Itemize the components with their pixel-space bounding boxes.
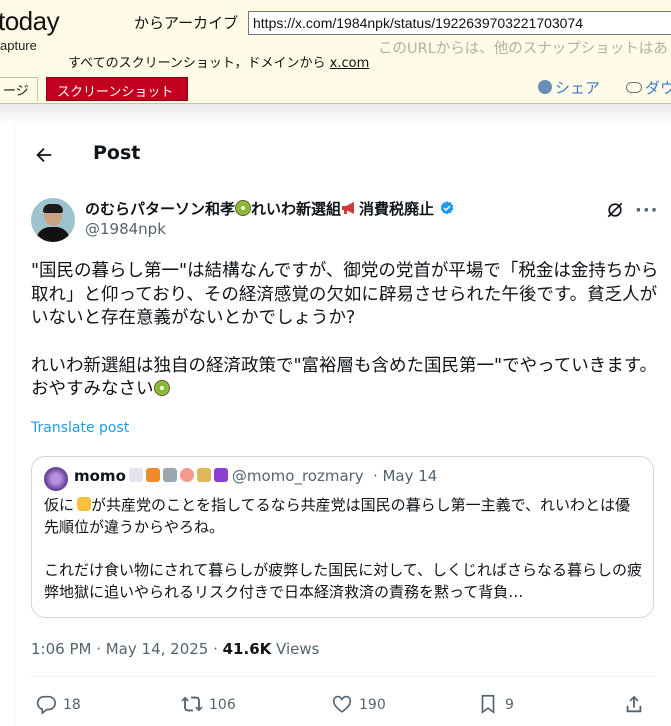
- grok-icon[interactable]: [605, 200, 625, 220]
- megaphone-emoji-icon: [342, 202, 355, 214]
- author-name-part3: 消費税廃止: [359, 200, 435, 218]
- reply-button[interactable]: 18: [35, 693, 81, 715]
- archive-hint: このURLからは、他のスナップショットはあ: [378, 41, 668, 57]
- repost-button[interactable]: 106: [181, 693, 236, 715]
- tab-screenshot[interactable]: スクリーンショット: [46, 77, 188, 101]
- quote-text: 仮に が共産党のことを指してるなら共産党は国民の暮らし第一主義で、れいわとは優先順…: [44, 495, 644, 604]
- page-title: Post: [93, 142, 141, 164]
- quote-handle: @momo_rozmary: [231, 467, 364, 485]
- archive-toolbar: today apture からアーカイブ このURLからは、他のスナップショット…: [0, 0, 671, 104]
- share-icon: [626, 695, 642, 713]
- all-screenshots-text: すべてのスクリーンショット，ドメインから x.com: [68, 52, 369, 71]
- archive-from-label: からアーカイブ: [134, 14, 239, 32]
- tweet-text: "国民の暮らし第一"は結構なんですが、御党の党首が平場で「税金は金持ちから取れ」…: [31, 260, 667, 402]
- post-column: Post のむらパターソン和孝 れいわ新選組 消費税廃止 @1984npk ··· …: [14, 124, 671, 726]
- like-button[interactable]: 190: [331, 693, 386, 715]
- heart-icon: [332, 695, 352, 713]
- views-count: 41.6K: [222, 640, 272, 658]
- quote-date: · May 14: [372, 467, 438, 485]
- share-label: シェア: [555, 79, 601, 97]
- author-handle[interactable]: @1984npk: [85, 220, 166, 238]
- pointing-down-emoji-icon: [77, 497, 92, 511]
- archive-logo[interactable]: today: [0, 6, 60, 37]
- quote-name: momo: [74, 467, 126, 485]
- share-button[interactable]: シェア: [538, 77, 600, 98]
- quote-text-part1: 仮に: [44, 496, 75, 514]
- quoted-post[interactable]: momo @momo_rozmary · May 14 仮に が共産党のことを指して…: [31, 456, 654, 618]
- all-screenshots-label: すべてのスクリーンショット，ドメインから: [68, 56, 326, 71]
- share-post-button[interactable]: [623, 693, 651, 715]
- bookmark-count: 9: [505, 697, 514, 713]
- back-arrow-icon[interactable]: [33, 144, 55, 166]
- reply-count: 18: [63, 697, 81, 713]
- wolf-emoji-icon: [162, 468, 177, 482]
- peach-emoji-icon: [179, 468, 194, 482]
- translate-link[interactable]: Translate post: [31, 420, 129, 436]
- download-button[interactable]: ダウ: [626, 77, 671, 98]
- rabbit-emoji-icon: [128, 468, 143, 482]
- kiwi-emoji-icon: [235, 200, 252, 216]
- tab-webpage[interactable]: ージ: [0, 77, 38, 101]
- post-timestamp: 1:06 PM · May 14, 2025 · 41.6K Views: [31, 640, 319, 658]
- bookmark-icon: [481, 694, 495, 714]
- post-time[interactable]: 1:06 PM · May 14, 2025 ·: [31, 640, 223, 658]
- views-label: Views: [271, 640, 320, 658]
- like-count: 190: [359, 697, 386, 713]
- author-name-part1: のむらパターソン和孝: [85, 200, 236, 218]
- kiwi-emoji-icon: [153, 380, 170, 397]
- reply-icon: [36, 695, 56, 715]
- archive-url-input[interactable]: [248, 11, 671, 35]
- download-label: ダウ: [645, 79, 671, 97]
- action-bar: 18 106 190 9: [35, 693, 655, 717]
- fox-emoji-icon: [145, 468, 160, 482]
- author-avatar[interactable]: [31, 198, 75, 242]
- more-options-icon[interactable]: ···: [635, 200, 659, 221]
- archive-logo-sub: apture: [0, 38, 37, 53]
- share-icon: [538, 80, 552, 94]
- quote-author: momo @momo_rozmary · May 14: [74, 467, 437, 485]
- cloud-download-icon: [626, 82, 642, 93]
- repost-icon: [181, 696, 203, 712]
- author-name-part2: れいわ新選組: [251, 200, 342, 218]
- archive-shadow: [0, 104, 671, 124]
- quote-text-part2: が共産党のことを指してるなら共産党は国民の暮らし第一主義で、れいわとは優先順位が…: [44, 496, 643, 601]
- domain-link[interactable]: x.com: [330, 56, 370, 71]
- author-name[interactable]: のむらパターソン和孝 れいわ新選組 消費税廃止: [85, 198, 455, 219]
- repost-count: 106: [209, 697, 236, 713]
- quote-avatar: [44, 467, 68, 491]
- divider: [31, 676, 656, 677]
- hourglass-emoji-icon: [196, 468, 211, 482]
- verified-badge-icon: [440, 201, 454, 215]
- tweet-body: "国民の暮らし第一"は結構なんですが、御党の党首が平場で「税金は金持ちから取れ」…: [31, 261, 659, 400]
- crescent-emoji-icon: [213, 468, 228, 482]
- bookmark-button[interactable]: 9: [477, 693, 514, 715]
